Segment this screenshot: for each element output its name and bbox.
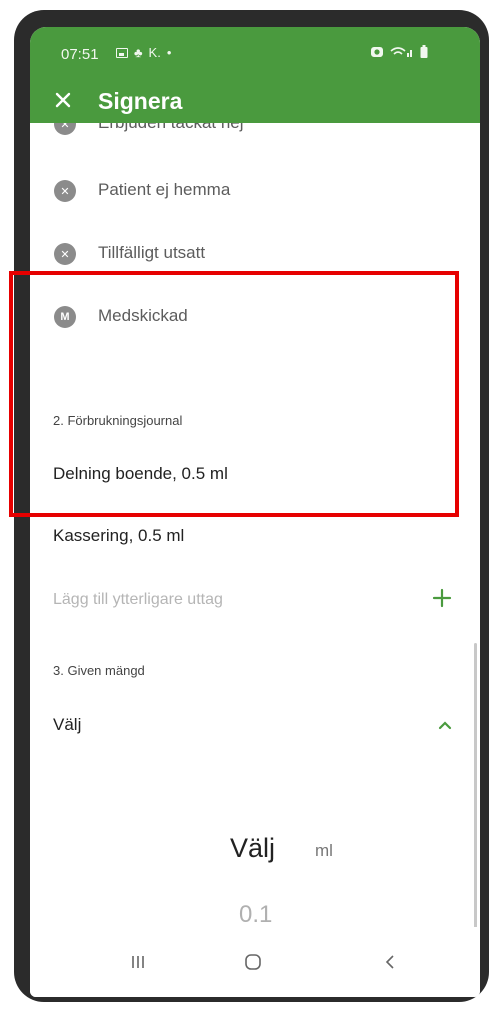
section-heading-journal: 2. Förbrukningsjournal (53, 413, 183, 428)
plus-icon[interactable] (430, 586, 454, 610)
back-icon (385, 955, 394, 969)
scrollbar[interactable] (474, 643, 477, 943)
option-label: Tillfälligt utsatt (98, 243, 206, 262)
x-circle-icon: ✕ (54, 123, 76, 135)
notification-text: K. (148, 45, 161, 60)
option-patient-ej-hemma[interactable]: ✕ Patient ej hemma (30, 162, 480, 220)
x-circle-icon: ✕ (54, 243, 76, 265)
m-circle-icon: M (54, 306, 76, 328)
status-system-icons (370, 45, 428, 58)
screen: 07:51 ♣ K. • Signera ✕ ✕ Patient ej hemm… (30, 27, 480, 997)
dose-select-value: Välj (53, 715, 82, 734)
option-erbjuden-tackat-nej[interactable]: ✕ Erbjuden tackat nej (30, 123, 480, 151)
battery-icon (420, 45, 428, 58)
home-icon (245, 954, 261, 970)
system-nav-bar (30, 927, 480, 997)
option-medskickad[interactable]: M Medskickad (30, 289, 480, 347)
back-button[interactable] (370, 945, 410, 979)
add-withdrawal-button[interactable]: Lägg till ytterligare uttag (30, 577, 480, 625)
close-icon[interactable] (52, 89, 74, 111)
status-time: 07:51 (61, 46, 99, 63)
alarm-icon (371, 46, 383, 57)
picker-option[interactable]: 0.1 (239, 901, 272, 929)
notification-dot: • (166, 45, 172, 60)
person-icon: ♣ (134, 45, 143, 60)
option-label: Erbjuden tackat nej (98, 123, 244, 133)
recent-apps-button[interactable] (118, 945, 158, 979)
journal-item[interactable]: Delning boende, 0.5 ml (53, 464, 228, 484)
dose-select[interactable]: Välj (30, 701, 480, 751)
option-tillfalligt-utsatt[interactable]: ✕ Tillfälligt utsatt (30, 226, 480, 284)
x-circle-icon: ✕ (54, 180, 76, 202)
journal-item[interactable]: Kassering, 0.5 ml (53, 526, 184, 546)
page-title: Signera (98, 88, 183, 114)
wifi-signal-icon (390, 46, 412, 57)
option-label: Patient ej hemma (98, 180, 231, 199)
picker-selected-value[interactable]: Välj (230, 833, 275, 864)
sign-content: ✕ Erbjuden tackat nej ✕ Patient ej hemma… (30, 123, 480, 953)
home-button[interactable] (233, 945, 273, 979)
option-label: Medskickad (98, 306, 188, 325)
gallery-icon (116, 47, 128, 58)
chevron-up-icon[interactable] (437, 719, 453, 731)
app-bar: 07:51 ♣ K. • Signera (30, 27, 480, 123)
add-withdrawal-label: Lägg till ytterligare uttag (53, 591, 223, 608)
status-notifications: ♣ K. • (116, 45, 171, 60)
picker-unit: ml (315, 841, 333, 860)
recent-apps-icon (132, 956, 144, 968)
section-heading-dose: 3. Given mängd (53, 663, 145, 678)
